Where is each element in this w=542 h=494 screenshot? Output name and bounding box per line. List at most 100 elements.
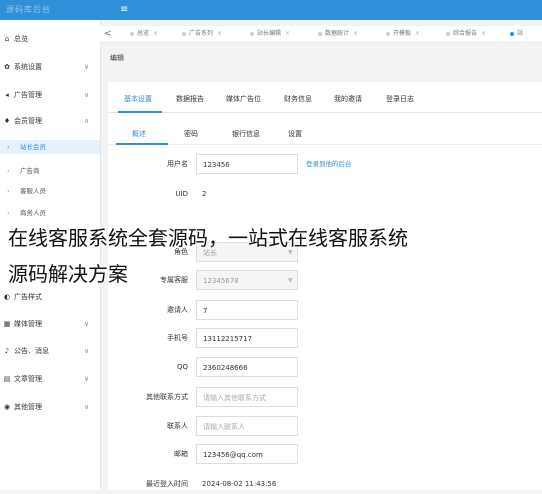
phone-field[interactable]: 13112215717	[196, 328, 298, 348]
username-field[interactable]: 123456	[196, 154, 298, 174]
chevron-down-icon: ∨	[84, 63, 90, 71]
tab-label: 站	[517, 30, 524, 37]
chevron-up-icon: ∧	[84, 117, 90, 125]
page-title: 编辑	[110, 54, 124, 62]
sidebar-subitem-label: 站长会员	[20, 143, 46, 151]
sidebar-item-media[interactable]: ▦ 媒体管理 ∨	[0, 317, 100, 331]
tab-label: 广告系列	[189, 30, 214, 37]
dot-icon	[386, 31, 390, 36]
sidebar-item-ads[interactable]: ◂ 广告管理 ∨	[0, 88, 100, 102]
qq-field[interactable]: 2360248666	[196, 357, 298, 377]
email-label: 邮箱	[174, 450, 188, 458]
tab-basic-settings[interactable]: 基本设置	[124, 92, 152, 106]
gear-icon: ✿	[4, 63, 10, 71]
tab-report[interactable]: 综合报告 ×	[446, 29, 486, 39]
sidebar-item-label: 媒体管理	[14, 320, 42, 328]
tab-label: 综合报告	[453, 30, 478, 37]
tab-label: 总览	[137, 30, 150, 37]
close-icon[interactable]: ×	[481, 30, 486, 37]
chevron-left-icon[interactable]: <	[104, 28, 112, 40]
sidebar-item-label: 总览	[14, 35, 28, 43]
sidebar-item-home[interactable]: ⌂ 总览	[0, 32, 100, 46]
home-icon: ⌂	[4, 35, 10, 43]
phone-label: 手机号	[167, 334, 188, 342]
sidebar-subitem-support[interactable]: › 客服人员	[0, 184, 100, 198]
user-icon: ♦	[3, 117, 11, 125]
last-login-label: 最近登入时间	[146, 480, 188, 488]
tab-invitations[interactable]: 我的邀请	[334, 92, 362, 106]
sidebar-subitem-label: 客服人员	[20, 187, 46, 195]
uid-label: UID	[175, 190, 188, 198]
chevron-down-icon: ∨	[84, 375, 90, 383]
chevron-down-icon: ∨	[84, 91, 90, 99]
close-icon[interactable]: ×	[153, 30, 158, 37]
chevron-down-icon: ∨	[84, 403, 90, 411]
uid-value: 2	[202, 190, 207, 198]
media-icon: ▦	[3, 320, 11, 328]
username-label: 用户名	[167, 160, 188, 168]
subtab-bank-info[interactable]: 银行信息	[232, 128, 260, 140]
dot-icon	[182, 31, 186, 36]
menu-icon[interactable]: ≡	[120, 4, 128, 16]
sidebar-item-article[interactable]: ▤ 文章管理 ∨	[0, 372, 100, 386]
dot-icon	[130, 31, 134, 36]
sidebar-item-label: 公告、消息	[14, 347, 49, 355]
contact-field[interactable]: 请输入联系人	[196, 416, 298, 436]
top-bar: 源码库后台 ≡	[0, 0, 542, 20]
dot-icon	[446, 31, 450, 36]
close-icon[interactable]: ×	[415, 30, 420, 37]
dot-icon	[250, 31, 254, 36]
other-icon: ◉	[3, 403, 11, 411]
tab-finance[interactable]: 财务信息	[284, 92, 312, 106]
last-login-value: 2024-08-02 11:43:56	[202, 480, 277, 488]
sidebar-item-other[interactable]: ◉ 其他管理 ∨	[0, 400, 100, 414]
inviter-label: 邀请人	[167, 306, 188, 314]
chevron-down-icon: ∨	[84, 320, 90, 328]
tab-ad-series[interactable]: 广告系列 ×	[182, 29, 222, 39]
subtab-password[interactable]: 密码	[184, 128, 198, 140]
sidebar-subitem-advertiser[interactable]: › 广告商	[0, 164, 100, 178]
page-tabs: < 总览 × 广告系列 × 站长编辑 × 数据统计 × 开模板 × 综合报告 × 站	[100, 26, 542, 43]
subtab-divider	[108, 144, 542, 145]
dot-icon	[510, 31, 514, 36]
subtab-overview[interactable]: 概述	[132, 128, 146, 140]
sidebar-item-notice[interactable]: ♪ 公告、消息 ∨	[0, 344, 100, 358]
sidebar-item-label: 广告管理	[14, 91, 42, 99]
tab-media-slots[interactable]: 媒体广告位	[226, 92, 261, 106]
sidebar-item-members[interactable]: ♦ 会员管理 ∧	[0, 114, 100, 128]
other-contact-field[interactable]: 请输入其他联系方式	[196, 387, 298, 407]
close-icon[interactable]: ×	[285, 30, 290, 37]
tab-login-log[interactable]: 登录日志	[386, 92, 414, 106]
other-contact-label: 其他联系方式	[146, 393, 188, 401]
sidebar-item-label: 文章管理	[14, 375, 42, 383]
tab-template[interactable]: 开模板 ×	[386, 29, 420, 39]
inviter-field[interactable]: 7	[196, 300, 298, 320]
login-as-link[interactable]: 登录到他的后台	[306, 154, 352, 174]
close-icon[interactable]: ×	[217, 30, 222, 37]
chevron-down-icon: ∨	[84, 347, 90, 355]
article-icon: ▤	[3, 375, 11, 383]
close-icon[interactable]: ×	[353, 30, 358, 37]
active-subtab-indicator	[116, 143, 168, 145]
tab-label: 站长编辑	[257, 30, 282, 37]
sidebar-item-label: 其他管理	[14, 403, 42, 411]
contact-label: 联系人	[167, 422, 188, 430]
email-field[interactable]: 123456@qq.com	[196, 444, 298, 464]
subtab-settings[interactable]: 设置	[288, 128, 302, 140]
tab-label: 数据统计	[325, 30, 350, 37]
tab-data-stats[interactable]: 数据统计 ×	[318, 29, 358, 39]
sidebar-item-settings[interactable]: ✿ 系统设置 ∨	[0, 60, 100, 74]
caption-overlay: 在线客服系统全套源码，一站式在线客服系统 源码解决方案	[0, 212, 542, 296]
caption-line-1: 在线客服系统全套源码，一站式在线客服系统	[8, 226, 408, 250]
tab-data-report[interactable]: 数据报告	[176, 92, 204, 106]
tab-webmaster-edit[interactable]: 站长编辑 ×	[250, 29, 290, 39]
dot-icon	[318, 31, 322, 36]
sidebar-item-label: 会员管理	[14, 117, 42, 125]
caption-line-2: 源码解决方案	[8, 262, 128, 286]
sidebar-item-label: 系统设置	[14, 63, 42, 71]
tab-overview[interactable]: 总览 ×	[130, 29, 158, 39]
tab-label: 开模板	[393, 30, 412, 37]
active-tab-indicator	[118, 111, 162, 113]
sidebar-subitem-webmaster[interactable]: › 站长会员	[0, 140, 100, 154]
tab-webmaster[interactable]: 站	[510, 29, 523, 39]
